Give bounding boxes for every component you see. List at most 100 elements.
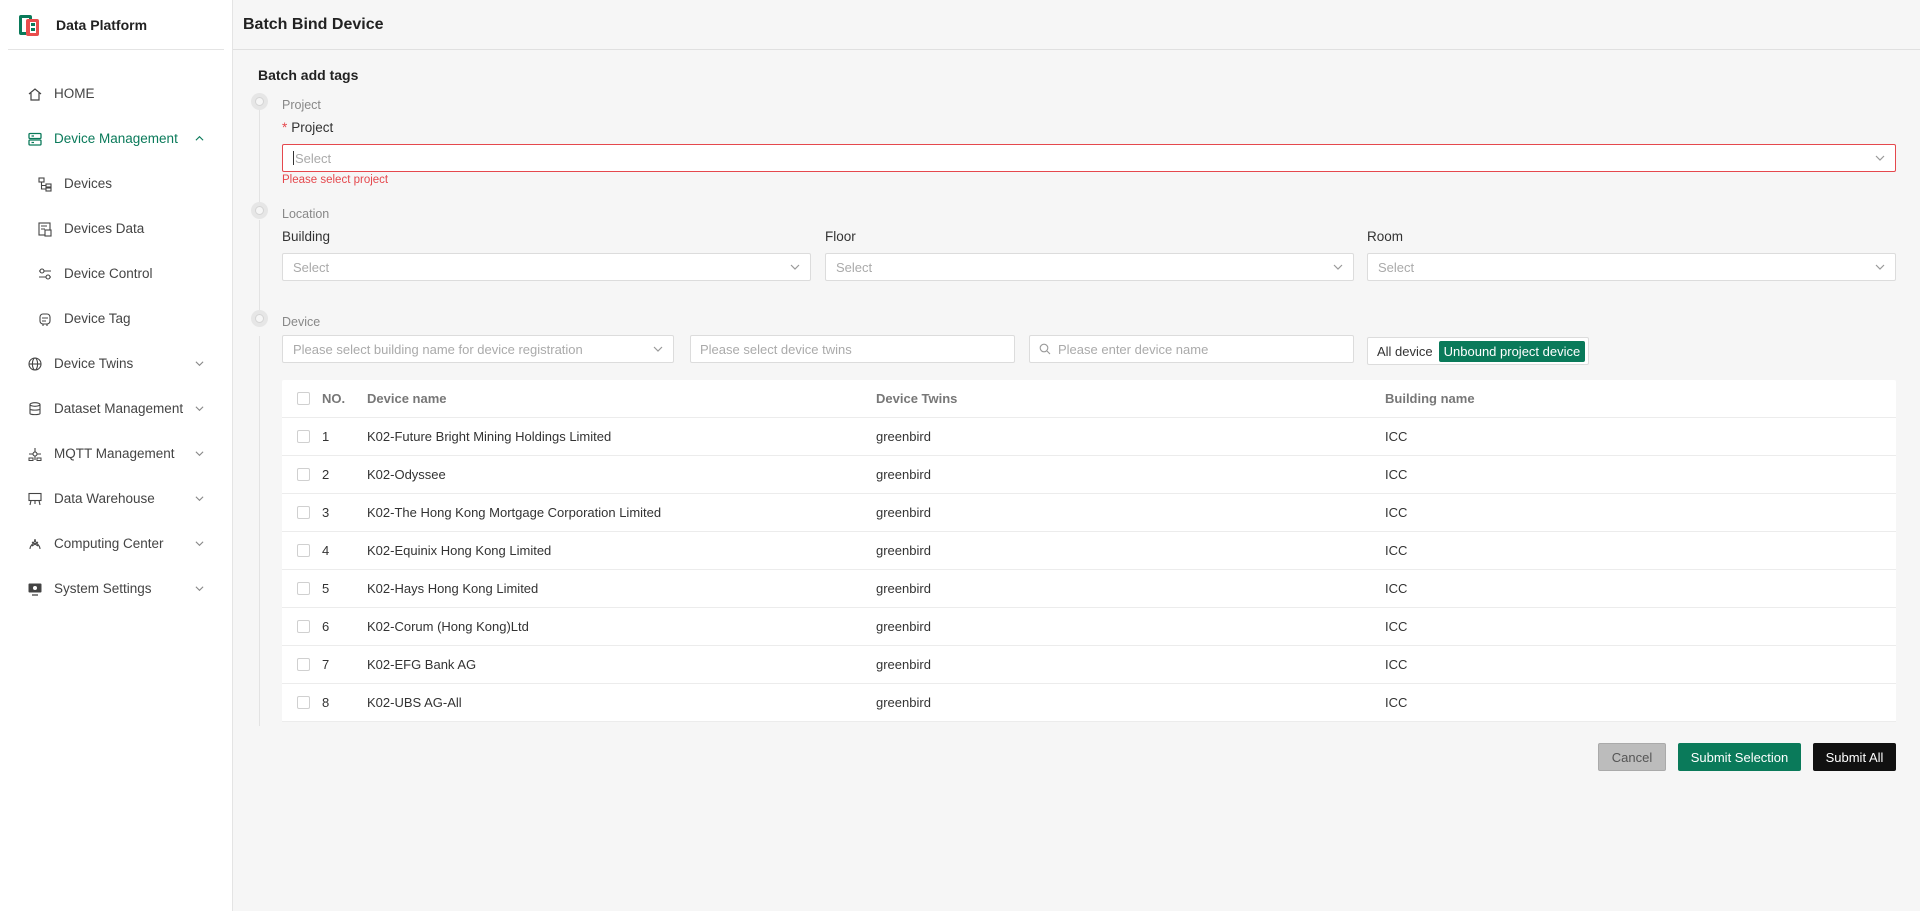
table-row[interactable]: 2 K02-Odyssee greenbird ICC [282, 456, 1896, 494]
cell-building-name: ICC [1385, 581, 1408, 596]
table-row[interactable]: 7 K02-EFG Bank AG greenbird ICC [282, 646, 1896, 684]
main-content: Batch Bind Device Batch add tags Project… [233, 0, 1920, 911]
row-checkbox[interactable] [296, 582, 310, 595]
sidebar-item-mqtt-management[interactable]: MQTT Management [0, 431, 232, 476]
row-checkbox[interactable] [296, 696, 310, 709]
row-checkbox[interactable] [296, 544, 310, 557]
cell-building-name: ICC [1385, 619, 1408, 634]
chevron-down-icon [790, 264, 800, 270]
cell-device-twins: greenbird [876, 581, 931, 596]
brand[interactable]: Data Platform [8, 0, 224, 50]
row-checkbox[interactable] [296, 506, 310, 519]
cell-no: 2 [322, 467, 330, 482]
cell-device-twins: greenbird [876, 429, 931, 444]
device-building-placeholder: Please select building name for device r… [293, 341, 583, 357]
sidebar-item-device-twins[interactable]: Device Twins [0, 341, 232, 386]
cell-no: 7 [322, 657, 330, 672]
sidebar-item-system-settings[interactable]: System Settings [0, 566, 232, 611]
floor-select[interactable]: Select [825, 253, 1354, 281]
data-sheet-icon [36, 220, 53, 237]
room-select-placeholder: Select [1378, 259, 1415, 275]
cell-no: 8 [322, 695, 330, 710]
row-checkbox[interactable] [296, 468, 310, 481]
sidebar-item-device-control[interactable]: Device Control [0, 251, 232, 296]
table-row[interactable]: 4 K02-Equinix Hong Kong Limited greenbird I… [282, 532, 1896, 570]
sidebar-item-devices-data[interactable]: Devices Data [0, 206, 232, 251]
sidebar-item-dataset-management[interactable]: Dataset Management [0, 386, 232, 431]
table-body: 1 K02-Future Bright Mining Holdings Limit… [282, 418, 1896, 722]
room-label: Room [1367, 229, 1404, 244]
app-title: Data Platform [56, 16, 148, 33]
sidebar-nav: HOME Device Management Devices Devices Data… [0, 50, 232, 611]
warehouse-icon [26, 490, 43, 507]
cell-device-name: K02-UBS AG-All [367, 695, 462, 710]
chevron-up-icon[interactable] [195, 134, 204, 143]
submit-selection-button[interactable]: Submit Selection [1678, 743, 1801, 771]
chevron-down-icon[interactable] [195, 539, 204, 548]
table-row[interactable]: 6 K02-Corum (Hong Kong)Ltd greenbird ICC [282, 608, 1896, 646]
step-connector [259, 220, 260, 319]
sidebar-item-label: Device Tag [64, 311, 131, 326]
table-header-row: NO. Device name Device Twins Building na… [282, 380, 1896, 418]
step-label-device: Device [282, 315, 321, 329]
sidebar-item-devices[interactable]: Devices [0, 161, 232, 206]
chevron-down-icon[interactable] [195, 494, 204, 503]
sidebar-item-device-tag[interactable]: Device Tag [0, 296, 232, 341]
cell-building-name: ICC [1385, 505, 1408, 520]
section-title: Batch add tags [258, 67, 359, 83]
cell-device-twins: greenbird [876, 467, 931, 482]
step-dot-project [251, 93, 268, 110]
sidebar-item-label: System Settings [54, 581, 152, 596]
cell-building-name: ICC [1385, 695, 1408, 710]
submit-all-button[interactable]: Submit All [1813, 743, 1896, 771]
cell-device-name: K02-Future Bright Mining Holdings Limite… [367, 429, 612, 444]
select-all-checkbox[interactable] [296, 392, 310, 405]
step-label-location: Location [282, 207, 330, 221]
page-title: Batch Bind Device [243, 15, 384, 33]
device-name-search-input[interactable]: Please enter device name [1029, 335, 1354, 363]
sidebar-item-computing-center[interactable]: Computing Center [0, 521, 232, 566]
network-icon [26, 445, 43, 462]
project-select[interactable]: Select [282, 144, 1896, 172]
cell-device-name: K02-Odyssee [367, 467, 446, 482]
cell-device-name: K02-The Hong Kong Mortgage Corporation L… [367, 505, 662, 520]
cell-no: 4 [322, 543, 330, 558]
room-select[interactable]: Select [1367, 253, 1896, 281]
cancel-button[interactable]: Cancel [1598, 743, 1666, 771]
cell-device-name: K02-Corum (Hong Kong)Ltd [367, 619, 529, 634]
device-building-select[interactable]: Please select building name for device r… [282, 335, 674, 363]
toggle-unbound-device[interactable]: Unbound project device [1438, 340, 1586, 362]
building-select[interactable]: Select [282, 253, 811, 281]
cell-no: 1 [322, 429, 330, 444]
cell-building-name: ICC [1385, 543, 1408, 558]
chevron-down-icon[interactable] [195, 449, 204, 458]
sidebar-item-data-warehouse[interactable]: Data Warehouse [0, 476, 232, 521]
toggle-all-device[interactable]: All device [1377, 344, 1433, 359]
row-checkbox[interactable] [296, 430, 310, 443]
sidebar-item-device-management[interactable]: Device Management [0, 116, 232, 161]
search-icon [1039, 343, 1051, 355]
column-header-building-name: Building name [1385, 391, 1475, 406]
chevron-down-icon[interactable] [195, 359, 204, 368]
sidebar-item-home[interactable]: HOME [0, 71, 232, 116]
row-checkbox[interactable] [296, 620, 310, 633]
cell-device-twins: greenbird [876, 695, 931, 710]
table-row[interactable]: 8 K02-UBS AG-All greenbird ICC [282, 684, 1896, 722]
chevron-down-icon[interactable] [195, 584, 204, 593]
project-select-placeholder: Select [295, 150, 332, 166]
step-dot-device [251, 310, 268, 327]
brand-logo-icon [18, 13, 42, 37]
sidebar-item-label: Device Control [64, 266, 153, 281]
row-checkbox[interactable] [296, 658, 310, 671]
device-tree-icon [36, 175, 53, 192]
table-row[interactable]: 3 K02-The Hong Kong Mortgage Corporation … [282, 494, 1896, 532]
step-dot-location [251, 202, 268, 219]
device-twins-input[interactable]: Please select device twins [690, 335, 1015, 363]
chevron-down-icon[interactable] [195, 404, 204, 413]
tag-icon [36, 310, 53, 327]
table-row[interactable]: 1 K02-Future Bright Mining Holdings Limit… [282, 418, 1896, 456]
sidebar-item-label: HOME [54, 86, 95, 101]
table-row[interactable]: 5 K02-Hays Hong Kong Limited greenbird ICC [282, 570, 1896, 608]
column-header-device-twins: Device Twins [876, 391, 958, 406]
cell-device-twins: greenbird [876, 657, 931, 672]
